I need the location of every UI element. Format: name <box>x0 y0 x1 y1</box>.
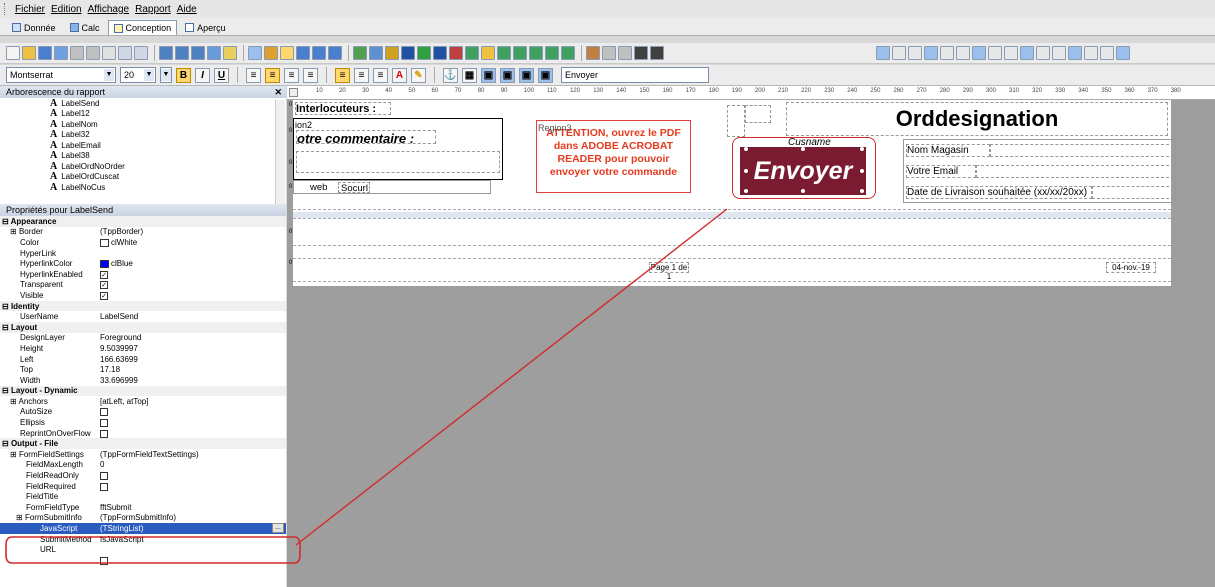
callout-line <box>295 208 728 546</box>
callout-overlay <box>5 208 728 564</box>
callout-property-ring <box>5 536 301 564</box>
